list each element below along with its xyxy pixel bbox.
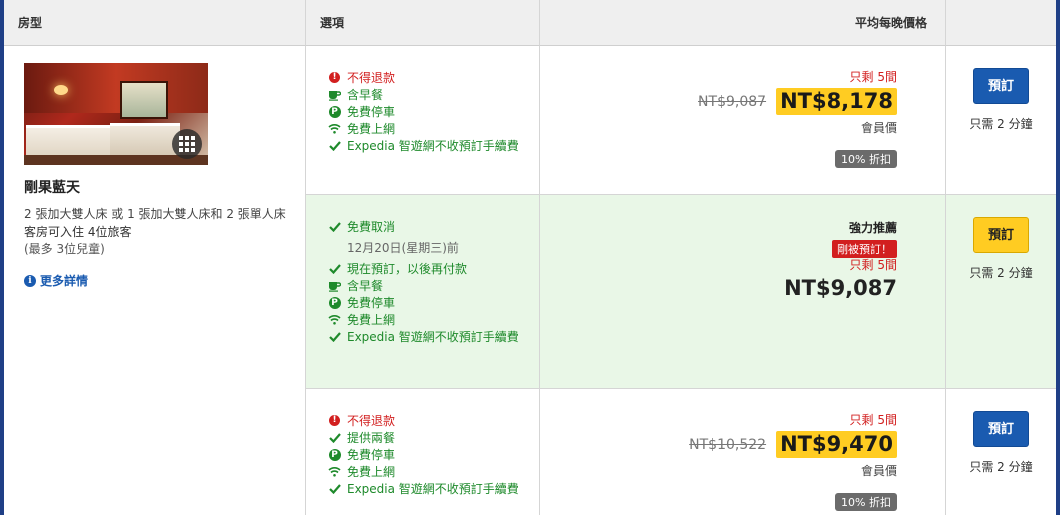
- feature-text: 免費取消: [347, 220, 396, 234]
- feature-text: 12月20日(星期三)前: [347, 241, 459, 255]
- alert-icon: !: [328, 70, 341, 83]
- feature-item: Expedia 智遊網不收預訂手續費: [328, 138, 531, 155]
- deal-price: NT$8,178: [776, 88, 897, 115]
- feature-text: 含早餐: [347, 88, 384, 102]
- alert-icon: !: [328, 413, 341, 426]
- feature-item: 現在預訂，以後再付款: [328, 261, 531, 278]
- recommended-label: 強力推薦: [848, 221, 897, 235]
- rate-action-2: 預訂 只需 2 分鐘: [946, 195, 1056, 389]
- check-icon: [328, 481, 341, 494]
- feature-item: P 免費停車: [328, 295, 531, 312]
- feature-text: 提供兩餐: [347, 431, 396, 445]
- feature-text: 免費停車: [347, 296, 396, 310]
- check-icon: [328, 138, 341, 151]
- feature-text: Expedia 智遊網不收預訂手續費: [347, 139, 519, 153]
- rate-table: 房型 選項 平均每晚價格 剛果藍天 2 張加大雙人床 或 1 張加大雙人床和 2…: [4, 0, 1056, 515]
- feature-item: 含早餐: [328, 87, 531, 104]
- feature-item: 免費上網: [328, 121, 531, 138]
- feature-text: 不得退款: [347, 414, 396, 428]
- wifi-icon: [328, 312, 341, 325]
- feature-text: 含早餐: [347, 279, 384, 293]
- feature-item: 12月20日(星期三)前: [328, 240, 531, 257]
- member-price-label: 會員價: [860, 121, 897, 135]
- feature-item: Expedia 智遊網不收預訂手續費: [328, 329, 531, 346]
- feature-item: 免費上網: [328, 464, 531, 481]
- feature-item: P 免費停車: [328, 447, 531, 464]
- feature-text: 現在預訂，以後再付款: [347, 262, 468, 276]
- original-price: NT$9,087: [698, 93, 767, 110]
- room-photo[interactable]: [24, 63, 208, 165]
- booking-time-note: 只需 2 分鐘: [969, 460, 1033, 474]
- parking-icon: P: [328, 447, 341, 461]
- feature-text: 不得退款: [347, 71, 396, 85]
- check-icon: [328, 261, 341, 274]
- header-avg-price: 平均每晚價格: [540, 0, 946, 46]
- rooms-left: 只剩 5間: [849, 70, 897, 84]
- booking-time-note: 只需 2 分鐘: [969, 266, 1033, 280]
- book-button[interactable]: 預訂: [973, 217, 1029, 253]
- discount-badge: 10% 折扣: [835, 493, 897, 511]
- coffee-icon: [328, 278, 341, 292]
- booking-time-note: 只需 2 分鐘: [969, 117, 1033, 131]
- feature-text: 免費停車: [347, 105, 396, 119]
- parking-icon: P: [328, 104, 341, 118]
- feature-text: 免費停車: [347, 448, 396, 462]
- parking-icon: P: [328, 295, 341, 309]
- feature-item: 免費上網: [328, 312, 531, 329]
- discount-badge: 10% 折扣: [835, 150, 897, 168]
- more-details-link[interactable]: i 更多詳情: [24, 272, 287, 289]
- check-icon: [328, 329, 341, 342]
- rate-action-3: 預訂 只需 2 分鐘: [946, 389, 1056, 515]
- just-booked-badge: 剛被預訂！: [832, 240, 897, 258]
- price: NT$9,087: [784, 276, 897, 300]
- rate-options-1: ! 不得退款含早餐 P 免費停車免費上網 Expedia 智遊網不收預訂手續費: [306, 46, 540, 195]
- original-price: NT$10,522: [689, 436, 767, 453]
- wifi-icon: [328, 464, 341, 477]
- more-details-label: 更多詳情: [40, 274, 89, 288]
- feature-item: 含早餐: [328, 278, 531, 295]
- feature-item: 免費取消: [328, 219, 531, 236]
- rooms-left: 只剩 5間: [849, 258, 897, 272]
- book-button[interactable]: 預訂: [973, 68, 1029, 104]
- header-options: 選項: [306, 0, 540, 46]
- room-beds: 2 張加大雙人床 或 1 張加大雙人床和 2 張單人床: [24, 207, 286, 221]
- feature-item: ! 不得退款: [328, 70, 531, 87]
- info-icon: i: [24, 274, 36, 287]
- check-icon: [328, 430, 341, 443]
- header-action: [946, 0, 1056, 46]
- feature-text: Expedia 智遊網不收預訂手續費: [347, 482, 519, 496]
- rate-price-3: 只剩 5間 NT$10,522 NT$9,470 會員價 10% 折扣: [540, 389, 946, 515]
- room-name: 剛果藍天: [24, 180, 80, 196]
- feature-item: ! 不得退款: [328, 413, 531, 430]
- rate-options-2: 免費取消 12月20日(星期三)前 現在預訂，以後再付款 含早餐 P 免費停車免費上網 Ex…: [306, 195, 540, 389]
- coffee-icon: [328, 87, 341, 101]
- rate-action-1: 預訂 只需 2 分鐘: [946, 46, 1056, 195]
- deal-price: NT$9,470: [776, 431, 897, 458]
- rooms-left: 只剩 5間: [849, 413, 897, 427]
- room-occupancy: 客房可入住 4位旅客: [24, 225, 132, 239]
- rate-price-2: 強力推薦 剛被預訂！ 只剩 5間 NT$9,087: [540, 195, 946, 389]
- feature-text: 免費上網: [347, 122, 396, 136]
- gallery-icon[interactable]: [172, 129, 202, 159]
- feature-item: 提供兩餐: [328, 430, 531, 447]
- feature-text: 免費上網: [347, 313, 396, 327]
- book-button[interactable]: 預訂: [973, 411, 1029, 447]
- wifi-icon: [328, 121, 341, 134]
- room-children-limit: (最多 3位兒童): [24, 242, 105, 256]
- feature-item: Expedia 智遊網不收預訂手續費: [328, 481, 531, 498]
- feature-item: P 免費停車: [328, 104, 531, 121]
- rate-options-3: ! 不得退款提供兩餐 P 免費停車免費上網 Expedia 智遊網不收預訂手續費: [306, 389, 540, 515]
- feature-text: 免費上網: [347, 465, 396, 479]
- check-icon: [328, 219, 341, 232]
- feature-text: Expedia 智遊網不收預訂手續費: [347, 330, 519, 344]
- rate-price-1: 只剩 5間 NT$9,087 NT$8,178 會員價 10% 折扣: [540, 46, 946, 195]
- header-room-type: 房型: [4, 0, 306, 46]
- member-price-label: 會員價: [860, 464, 897, 478]
- room-info: 剛果藍天 2 張加大雙人床 或 1 張加大雙人床和 2 張單人床 客房可入住 4…: [4, 46, 306, 515]
